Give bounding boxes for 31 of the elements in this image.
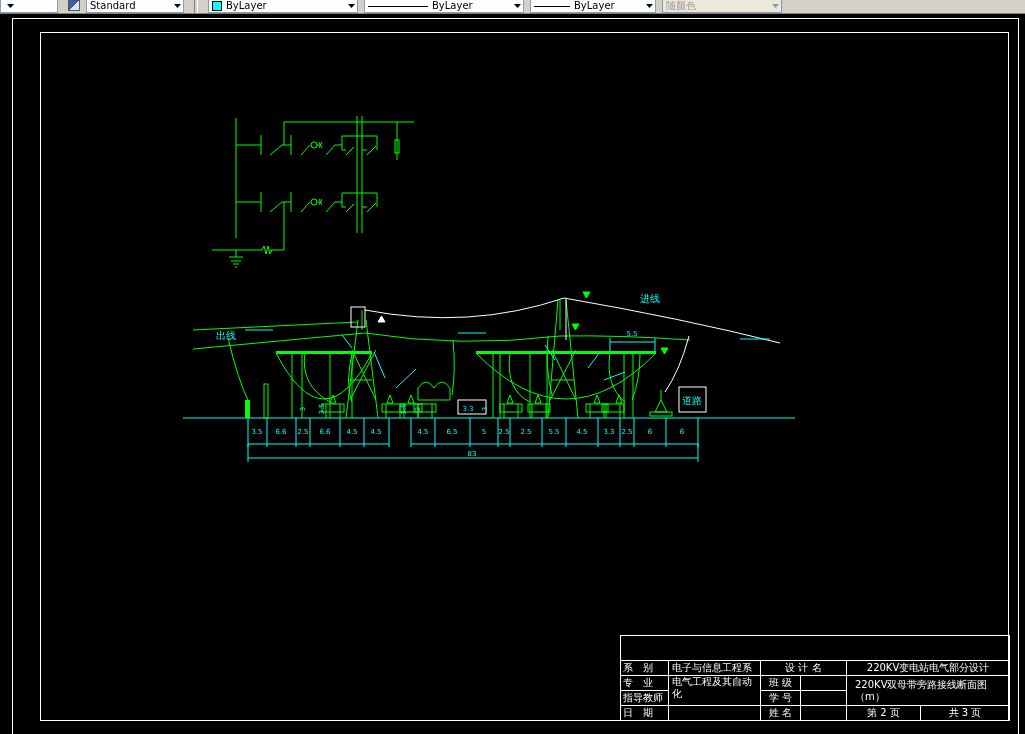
- table-cell: 220KV双母带旁路接线断面图（m）: [846, 675, 1010, 706]
- field-label: 学 号: [760, 690, 801, 706]
- table-cell: 220KV变电站电气部分设计: [846, 660, 1010, 676]
- caret-icon[interactable]: [171, 4, 183, 8]
- dropdown[interactable]: [0, 0, 58, 13]
- dropdown[interactable]: ByLayer: [530, 0, 656, 13]
- field-label: 指导教师: [620, 690, 669, 706]
- color-swatch-icon: [212, 1, 222, 11]
- table-cell: 共 3 页: [920, 705, 1010, 721]
- text-style-icon[interactable]: [68, 0, 80, 11]
- field-label: 日 期: [620, 705, 669, 721]
- line-label: 出线: [216, 330, 236, 341]
- table-cell: 电气工程及其自动化: [668, 675, 761, 706]
- line-sample-icon: [368, 5, 428, 7]
- table-cell: 电子与信息工程系: [668, 660, 761, 676]
- dropdown[interactable]: ByLayer: [364, 0, 524, 13]
- dropdown[interactable]: Standard: [86, 0, 184, 13]
- caret-icon[interactable]: [643, 4, 655, 8]
- field-label: 班 级: [760, 675, 801, 691]
- caret-icon[interactable]: [345, 4, 357, 8]
- caret-icon[interactable]: [4, 4, 16, 8]
- line-label: 进线: [640, 293, 660, 304]
- road-label: 道路: [682, 395, 702, 406]
- field-label: 姓 名: [760, 705, 801, 721]
- line-sample-icon: [534, 5, 570, 7]
- dropdown[interactable]: ByLayer: [208, 0, 358, 13]
- field-label: 系 别: [620, 660, 669, 676]
- field-label: 专 业: [620, 675, 669, 691]
- table-cell: 第 2 页: [846, 705, 921, 721]
- field-label: 设 计 名: [760, 660, 847, 676]
- caret-icon[interactable]: [511, 4, 523, 8]
